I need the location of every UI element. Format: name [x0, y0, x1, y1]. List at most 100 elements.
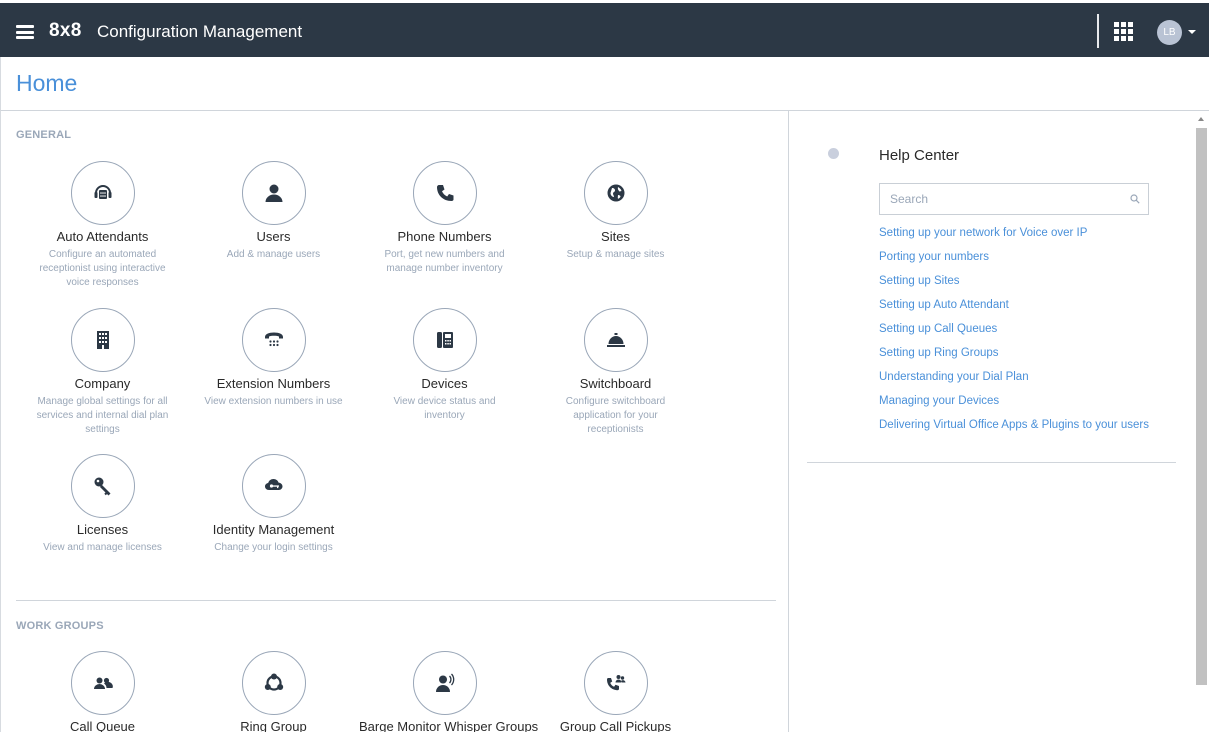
tile-title[interactable]: Extension Numbers [188, 376, 359, 391]
identity-icon [264, 479, 282, 490]
group-call-pickup-icon [606, 675, 625, 691]
tile-auto-attendants[interactable]: Auto Attendants Configure an automated r… [17, 161, 188, 290]
scrollbar-thumb[interactable] [1196, 128, 1207, 685]
tile-description: Port, get new numbers and manage number … [384, 249, 505, 274]
user-avatar[interactable]: LB [1157, 20, 1182, 45]
help-search-input[interactable] [880, 184, 1128, 214]
key-icon [94, 477, 110, 496]
tile-icon-circle[interactable] [241, 454, 306, 518]
tile-title[interactable]: Call Queue [17, 719, 188, 732]
tile-call-queue[interactable]: Call Queue [17, 651, 188, 732]
header-divider [1097, 14, 1099, 48]
help-link-call-queues[interactable]: Setting up Call Queues [879, 323, 1149, 347]
tile-icon-circle[interactable] [70, 454, 135, 518]
help-link-virtual-office-apps[interactable]: Delivering Virtual Office Apps & Plugins… [879, 419, 1149, 443]
tile-title[interactable]: Licenses [17, 522, 188, 537]
page-header: Home [0, 57, 1209, 111]
help-center-panel: Help Center Setting up your network for … [790, 111, 1194, 732]
chevron-down-icon[interactable] [1188, 30, 1196, 34]
page-title: Home [16, 70, 78, 96]
help-link-ring-groups[interactable]: Setting up Ring Groups [879, 347, 1149, 371]
tile-title[interactable]: Users [188, 229, 359, 244]
tile-icon-circle[interactable] [583, 651, 648, 715]
scroll-up-arrow-icon[interactable] [1198, 117, 1204, 121]
tile-extension-numbers[interactable]: Extension Numbers View extension numbers… [188, 308, 359, 409]
tile-icon-circle[interactable] [70, 651, 135, 715]
tile-description: Add & manage users [226, 249, 321, 260]
tile-ring-group[interactable]: Ring Group [188, 651, 359, 732]
tile-licenses[interactable]: Licenses View and manage licenses [17, 454, 188, 555]
ip-phone-icon [436, 332, 453, 348]
tile-icon-circle[interactable] [412, 651, 477, 715]
globe-icon [607, 184, 624, 202]
tile-description: Configure an automated receptionist usin… [39, 249, 166, 288]
help-divider [807, 462, 1176, 463]
tile-icon-circle[interactable] [412, 161, 477, 225]
app-title: Configuration Management [97, 22, 303, 41]
brand-logo[interactable]: 8x8 [49, 20, 82, 42]
tile-title[interactable]: Devices [359, 376, 530, 391]
main-panel: GENERAL Auto Attendants Configure an aut… [0, 111, 789, 732]
search-icon[interactable] [1130, 194, 1140, 204]
tile-icon-circle[interactable] [241, 161, 306, 225]
tile-description: View device status and inventory [393, 396, 496, 421]
vertical-scrollbar[interactable] [1194, 111, 1209, 732]
help-link-managing-devices[interactable]: Managing your Devices [879, 395, 1149, 419]
help-link-porting-numbers[interactable]: Porting your numbers [879, 251, 1149, 275]
tile-phone-numbers[interactable]: Phone Numbers Port, get new numbers and … [359, 161, 530, 276]
tile-group-call-pickups[interactable]: Group Call Pickups [530, 651, 701, 732]
tile-title[interactable]: Auto Attendants [17, 229, 188, 244]
tile-icon-circle[interactable] [412, 308, 477, 372]
tile-description: Change your login settings [214, 542, 333, 553]
tile-icon-circle[interactable] [583, 308, 648, 372]
tile-description: Setup & manage sites [566, 249, 665, 260]
help-status-dot [828, 148, 839, 159]
tile-icon-circle[interactable] [241, 651, 306, 715]
help-link-setting-up-sites[interactable]: Setting up Sites [879, 275, 1149, 299]
tile-description: Configure switchboard application for yo… [565, 396, 666, 435]
help-link-network-voip[interactable]: Setting up your network for Voice over I… [879, 227, 1149, 251]
tile-sites[interactable]: Sites Setup & manage sites [530, 161, 701, 262]
tile-icon-circle[interactable] [70, 161, 135, 225]
tile-icon-circle[interactable] [241, 308, 306, 372]
tile-title[interactable]: Phone Numbers [359, 229, 530, 244]
section-divider [16, 600, 776, 601]
help-search-box[interactable] [879, 183, 1149, 215]
help-link-auto-attendant[interactable]: Setting up Auto Attendant [879, 299, 1149, 323]
ring-group-icon [264, 673, 283, 691]
tile-company[interactable]: Company Manage global settings for all s… [17, 308, 188, 437]
tile-title[interactable]: Group Call Pickups [530, 719, 701, 732]
phone-icon [436, 185, 453, 201]
tile-title[interactable]: Switchboard [530, 376, 701, 391]
tile-title[interactable]: Sites [530, 229, 701, 244]
app-launcher-grid-icon[interactable] [1114, 22, 1134, 42]
tile-users[interactable]: Users Add & manage users [188, 161, 359, 262]
tile-icon-circle[interactable] [70, 308, 135, 372]
help-link-dial-plan[interactable]: Understanding your Dial Plan [879, 371, 1149, 395]
help-links-list: Setting up your network for Voice over I… [879, 227, 1149, 443]
section-label-general: GENERAL [16, 129, 72, 141]
building-icon [96, 331, 109, 349]
tile-title[interactable]: Ring Group [188, 719, 359, 732]
tile-barge-monitor-whisper-groups[interactable]: Barge Monitor Whisper Groups [359, 651, 538, 732]
top-bar: 8x8 Configuration Management LB [0, 0, 1209, 57]
tile-title[interactable]: Barge Monitor Whisper Groups [359, 719, 538, 732]
tile-description: Manage global settings for all services … [36, 396, 169, 435]
desk-phone-icon [264, 332, 283, 347]
tile-title[interactable]: Identity Management [188, 522, 359, 537]
service-bell-icon [606, 333, 625, 347]
tile-icon-circle[interactable] [583, 161, 648, 225]
tile-switchboard[interactable]: Switchboard Configure switchboard applic… [530, 308, 701, 437]
call-queue-icon [93, 677, 113, 689]
help-center-title: Help Center [879, 147, 960, 164]
tile-identity-management[interactable]: Identity Management Change your login se… [188, 454, 359, 555]
tile-title[interactable]: Company [17, 376, 188, 391]
barge-monitor-icon [435, 673, 454, 692]
tile-description: View and manage licenses [43, 542, 162, 553]
section-label-work-groups: WORK GROUPS [16, 620, 104, 632]
tile-description: View extension numbers in use [204, 396, 343, 407]
tile-devices[interactable]: Devices View device status and inventory [359, 308, 530, 423]
auto-attendant-icon [94, 185, 111, 199]
user-icon [265, 184, 282, 202]
hamburger-menu-icon[interactable] [16, 25, 34, 39]
